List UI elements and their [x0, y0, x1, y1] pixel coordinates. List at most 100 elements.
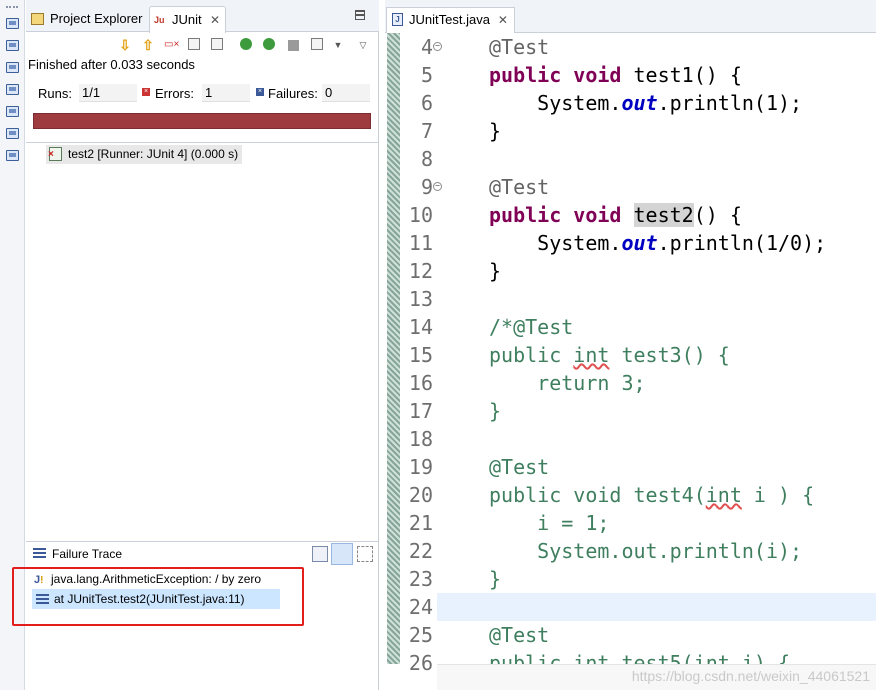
- line-number: 17: [408, 399, 433, 423]
- test-progress-bar: [33, 113, 371, 129]
- show-failures-only-icon[interactable]: ▭×: [164, 38, 179, 52]
- line-number: 6: [420, 91, 433, 115]
- code-line: public int test3() {: [489, 343, 730, 367]
- rerun-failed-first-icon[interactable]: [263, 38, 275, 50]
- line-number: 15: [408, 343, 433, 367]
- tab-label: Project Explorer: [50, 11, 143, 26]
- scroll-lock-icon[interactable]: [188, 38, 200, 50]
- code-line: public int test5(int i) {: [489, 651, 791, 664]
- line-number: 20: [408, 483, 433, 507]
- failures-value: 0: [322, 84, 370, 102]
- view-icon[interactable]: [6, 128, 19, 139]
- code-line: @Test: [489, 35, 550, 59]
- view-icon[interactable]: [6, 18, 19, 29]
- code-line: i = 1;: [489, 511, 610, 535]
- view-icon[interactable]: [6, 106, 19, 117]
- code-line: System.out.println(1);: [489, 91, 803, 115]
- code-line: return 3;: [489, 371, 646, 395]
- change-ruler: [387, 33, 400, 664]
- junit-toolbar: ⇩ ⇧ ▭× ▼ ▽: [26, 34, 379, 56]
- code-line: /*@Test: [489, 315, 574, 339]
- close-icon[interactable]: ✕: [210, 7, 220, 33]
- test-error-icon: [48, 145, 62, 164]
- line-number: 21: [408, 511, 433, 535]
- editor-tab-bar: J JUnitTest.java ✕: [385, 0, 876, 33]
- line-number: 16: [408, 371, 433, 395]
- maximize-icon[interactable]: [355, 10, 365, 20]
- test-tree: test2 [Runner: JUnit 4] (0.000 s): [26, 143, 379, 538]
- code-line: }: [489, 399, 502, 423]
- code-line: }: [489, 119, 502, 143]
- history-icon[interactable]: [311, 38, 323, 50]
- filter-stack-trace-icon[interactable]: [312, 546, 328, 562]
- code-line: @Test: [489, 455, 550, 479]
- tab-junit[interactable]: Ju JUnit ✕: [149, 6, 226, 33]
- horizontal-scrollbar[interactable]: https://blog.csdn.net/weixin_44061521: [437, 664, 876, 690]
- line-number: 25: [408, 623, 433, 647]
- test-counters: Runs: 1/1 × Errors: 1 × Failures: 0: [32, 83, 372, 105]
- layout-icon[interactable]: [211, 38, 223, 50]
- view-icon[interactable]: [6, 84, 19, 95]
- copy-trace-icon[interactable]: [357, 546, 373, 562]
- line-number: 19: [408, 455, 433, 479]
- status-message: Finished after 0.033 seconds: [28, 57, 195, 72]
- folder-icon: [31, 13, 44, 25]
- test-tree-item[interactable]: test2 [Runner: JUnit 4] (0.000 s): [46, 145, 243, 164]
- line-number: 18: [408, 427, 433, 451]
- stack-trace-icon: [33, 548, 46, 558]
- errors-value: 1: [202, 84, 250, 102]
- line-number: 22: [408, 539, 433, 563]
- failures-label: Failures:: [268, 86, 318, 101]
- watermark: https://blog.csdn.net/weixin_44061521: [631, 668, 870, 684]
- code-line: }: [489, 567, 502, 591]
- line-number: 10: [408, 203, 433, 227]
- runs-value: 1/1: [79, 84, 137, 102]
- code-line: System.out.println(i);: [489, 539, 803, 563]
- trim-grip[interactable]: [6, 6, 18, 9]
- code-area[interactable]: @Test public void test1() { System.out.p…: [437, 33, 876, 664]
- line-number: 14: [408, 315, 433, 339]
- code-line: @Test: [489, 175, 550, 199]
- error-icon: ×: [142, 88, 150, 96]
- stop-icon[interactable]: [288, 40, 299, 51]
- view-icon[interactable]: [6, 62, 19, 73]
- view-icon[interactable]: [6, 150, 19, 161]
- code-line: public void test4(int i ) {: [489, 483, 815, 507]
- previous-failure-icon[interactable]: ⇧: [141, 38, 155, 52]
- test-tree-item-label: test2 [Runner: JUnit 4] (0.000 s): [68, 147, 239, 161]
- line-number: 9−: [421, 173, 442, 201]
- current-code-line: [437, 593, 876, 621]
- next-failure-icon[interactable]: ⇩: [118, 38, 132, 52]
- code-line: public void test2() {: [489, 203, 742, 227]
- line-number: 8: [420, 147, 433, 171]
- failure-icon: ×: [256, 88, 264, 96]
- line-number: 4−: [421, 33, 442, 61]
- view-menu-icon[interactable]: ▽: [356, 38, 370, 52]
- code-line: System.out.println(1/0);: [489, 231, 827, 255]
- tab-project-explorer[interactable]: Project Explorer: [26, 6, 149, 32]
- code-line: public void test1() {: [489, 63, 742, 87]
- tab-junittest-java[interactable]: J JUnitTest.java ✕: [386, 7, 515, 33]
- close-icon[interactable]: ✕: [498, 8, 508, 32]
- view-tab-bar: Project Explorer Ju JUnit ✕: [26, 0, 379, 33]
- view-icon[interactable]: [6, 40, 19, 51]
- rerun-icon[interactable]: [240, 38, 252, 50]
- failure-trace-title: Failure Trace: [52, 547, 123, 561]
- code-editor: J JUnitTest.java ✕ 4−5 6 7 8 9−10 11 12 13 14 15 1…: [385, 0, 876, 690]
- runs-label: Runs:: [38, 86, 72, 101]
- junit-icon: Ju: [154, 15, 165, 25]
- line-number: 5: [420, 63, 433, 87]
- tab-label: JUnitTest.java: [409, 12, 490, 27]
- errors-label: Errors:: [155, 86, 194, 101]
- line-number: 24: [408, 595, 433, 619]
- line-number: 7: [420, 119, 433, 143]
- line-number: 12: [408, 259, 433, 283]
- history-dropdown-icon[interactable]: ▼: [331, 38, 345, 52]
- java-file-icon: J: [392, 13, 403, 26]
- code-line: }: [489, 259, 502, 283]
- failure-trace-header: Failure Trace: [26, 541, 379, 565]
- compare-result-icon[interactable]: [331, 543, 353, 565]
